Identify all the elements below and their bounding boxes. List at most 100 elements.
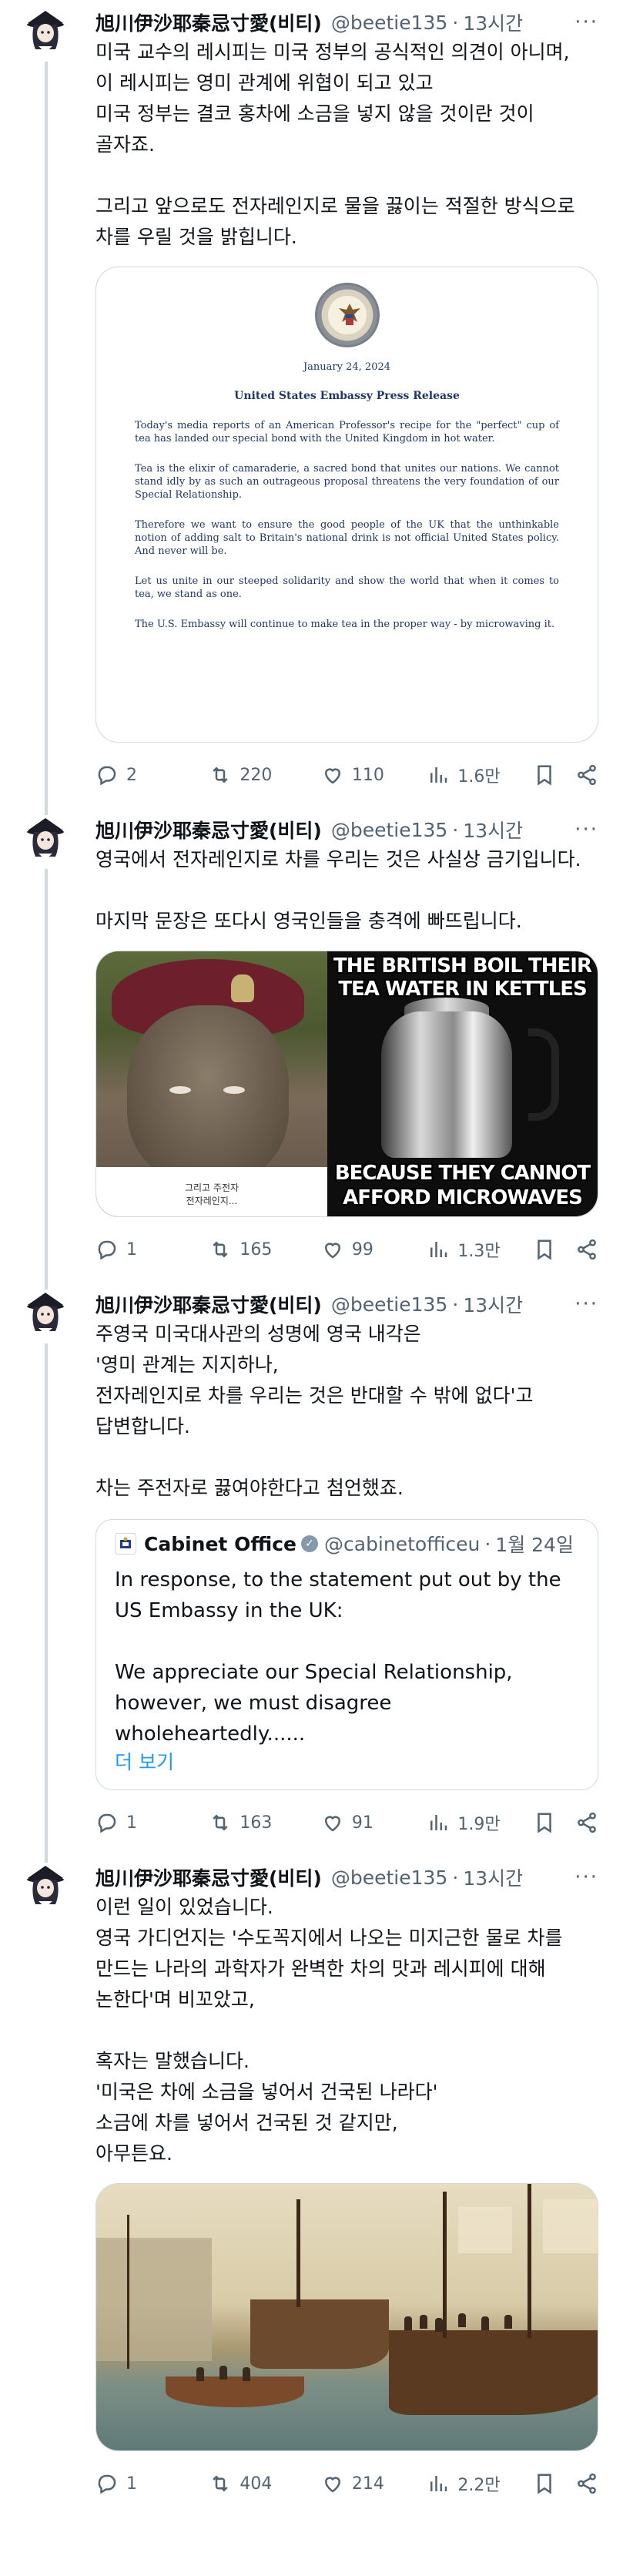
share-icon [578, 1812, 596, 1833]
share-button[interactable] [575, 1238, 598, 1261]
press-paragraph: Therefore we want to ensure the good peo… [135, 519, 559, 557]
views-button[interactable]: 2.2만 [427, 2471, 533, 2496]
author-name[interactable]: 旭川伊沙耶秦忌寸愛(비티) [95, 1863, 322, 1891]
figure [504, 2315, 512, 2329]
like-button[interactable]: 214 [321, 2472, 427, 2495]
thread-line [45, 1343, 48, 1855]
quoted-tweet[interactable]: Cabinet Office ✓ @cabinetofficeu · 1월 24… [95, 1519, 598, 1790]
timestamp[interactable]: 13시간 [463, 1863, 523, 1891]
more-options-icon[interactable]: ··· [574, 1866, 598, 1889]
bookmark-button[interactable] [533, 763, 575, 787]
figure [196, 2367, 204, 2381]
timestamp[interactable]: 13시간 [463, 8, 523, 36]
ship-hull [250, 2299, 389, 2369]
figure [219, 2366, 227, 2380]
views-chart-icon [430, 2476, 447, 2491]
figure [243, 2367, 250, 2381]
mast [528, 2184, 531, 2338]
press-paragraph: The U.S. Embassy will continue to make t… [135, 619, 555, 630]
reply-button[interactable]: 1 [95, 1238, 209, 1261]
meme-image[interactable]: 그리고 주전자 전자레인지... THE BRITISH BOIL THEIR … [95, 951, 598, 1217]
more-options-icon[interactable]: ··· [574, 818, 598, 841]
meme-bottom-text: BECAUSE THEY CANNOT AFFORD MICROWAVES [334, 1162, 591, 1209]
share-button[interactable] [575, 1811, 598, 1834]
views-button[interactable]: 1.3만 [427, 1237, 533, 1262]
tweet[interactable]: 旭川伊沙耶秦忌寸愛(비티) @beetie135 · 13시간 ··· 영국에서… [0, 807, 623, 1282]
bookmark-button[interactable] [533, 2472, 575, 2495]
quoted-author-handle[interactable]: @cabinetofficeu [324, 1533, 480, 1555]
reply-count: 2 [126, 765, 137, 785]
author-name[interactable]: 旭川伊沙耶秦忌寸愛(비티) [95, 816, 322, 844]
soldier-face [127, 1005, 289, 1182]
avatar[interactable] [23, 1863, 68, 1907]
like-button[interactable]: 99 [321, 1238, 427, 1261]
figure [481, 2316, 489, 2330]
avatar[interactable] [23, 1290, 68, 1334]
like-button[interactable]: 110 [321, 763, 427, 787]
retweet-button[interactable]: 165 [209, 1238, 320, 1261]
reply-count: 1 [126, 1239, 137, 1259]
share-button[interactable] [575, 2472, 598, 2495]
reply-button[interactable]: 1 [95, 1811, 209, 1834]
quoted-text: In response, to the statement put out by… [115, 1568, 561, 1746]
author-name[interactable]: 旭川伊沙耶秦忌寸愛(비티) [95, 8, 322, 36]
heart-icon [324, 1816, 340, 1832]
bookmark-button[interactable] [533, 1811, 575, 1834]
views-button[interactable]: 1.9만 [427, 1810, 533, 1835]
press-release-image[interactable]: January 24, 2024 United States Embassy P… [95, 267, 598, 743]
sail [458, 2207, 512, 2253]
reply-icon [98, 2474, 116, 2494]
reply-icon [98, 766, 116, 786]
author-handle[interactable]: @beetie135 [331, 1293, 447, 1316]
views-button[interactable]: 1.6만 [427, 763, 533, 787]
author-handle[interactable]: @beetie135 [331, 819, 447, 841]
press-date: January 24, 2024 [303, 361, 391, 373]
reply-button[interactable]: 2 [95, 763, 209, 787]
tweet[interactable]: 旭川伊沙耶秦忌寸愛(비티) @beetie135 · 13시간 ··· 미국 교… [0, 0, 623, 807]
show-more-link[interactable]: 더 보기 [115, 1749, 579, 1776]
quoted-tweet-header: Cabinet Office ✓ @cabinetofficeu · 1월 24… [115, 1529, 579, 1558]
kettle-meme: THE BRITISH BOIL THEIR TEA WATER IN KETT… [327, 951, 598, 1216]
timestamp[interactable]: 13시간 [463, 816, 523, 844]
like-button[interactable]: 91 [321, 1811, 427, 1834]
avatar[interactable] [23, 8, 68, 52]
thread-line [45, 869, 48, 1282]
separator-dot: · [452, 1866, 459, 1889]
reply-count: 1 [126, 2474, 137, 2494]
more-options-icon[interactable]: ··· [574, 11, 598, 34]
tweet-text: 미국 교수의 레시피는 미국 정부의 공식적인 의견이 아니며, 이 레시피는 … [95, 41, 575, 248]
reply-icon [98, 1813, 116, 1833]
like-count: 91 [351, 1813, 373, 1833]
timestamp[interactable]: 13시간 [463, 1290, 523, 1318]
bookmark-button[interactable] [533, 1238, 575, 1261]
crest-icon [115, 1533, 136, 1555]
heart-icon [324, 1243, 340, 1259]
retweet-count: 220 [239, 765, 273, 785]
retweet-button[interactable]: 404 [209, 2472, 320, 2495]
press-paragraph: Tea is the elixir of camaraderie, a sacr… [135, 463, 559, 501]
thread-line [45, 1855, 48, 1863]
tweet-header: 旭川伊沙耶秦忌寸愛(비티) @beetie135 · 13시간 ··· [95, 1290, 598, 1319]
more-options-icon[interactable]: ··· [574, 1293, 598, 1316]
author-handle[interactable]: @beetie135 [331, 12, 447, 34]
author-handle[interactable]: @beetie135 [331, 1867, 447, 1889]
boston-tea-party-painting[interactable] [95, 2183, 598, 2451]
press-title: United States Embassy Press Release [234, 390, 460, 402]
city-silhouette [96, 2238, 212, 2361]
author-name[interactable]: 旭川伊沙耶秦忌寸愛(비티) [95, 1290, 322, 1318]
press-paragraph: Let us unite in our steeped solidarity a… [135, 575, 559, 600]
ship-hull [389, 2330, 598, 2415]
tweet[interactable]: 旭川伊沙耶秦忌寸愛(비티) @beetie135 · 13시간 ··· 이런 일… [0, 1855, 623, 2505]
action-bar: 1 165 99 1.3만 [95, 1228, 598, 1271]
avatar[interactable] [23, 815, 68, 860]
share-button[interactable] [575, 763, 598, 787]
retweet-count: 404 [239, 2474, 273, 2494]
quoted-author-name[interactable]: Cabinet Office [144, 1533, 296, 1555]
retweet-button[interactable]: 163 [209, 1811, 320, 1834]
soldier-photo: 그리고 주전자 전자레인지... [96, 951, 327, 1216]
separator-dot: · [452, 1293, 459, 1316]
tweet[interactable]: 旭川伊沙耶秦忌寸愛(비티) @beetie135 · 13시간 ··· 주영국 … [0, 1282, 623, 1855]
retweet-button[interactable]: 220 [209, 763, 320, 787]
retweet-count: 163 [239, 1813, 273, 1833]
reply-button[interactable]: 1 [95, 2472, 209, 2495]
